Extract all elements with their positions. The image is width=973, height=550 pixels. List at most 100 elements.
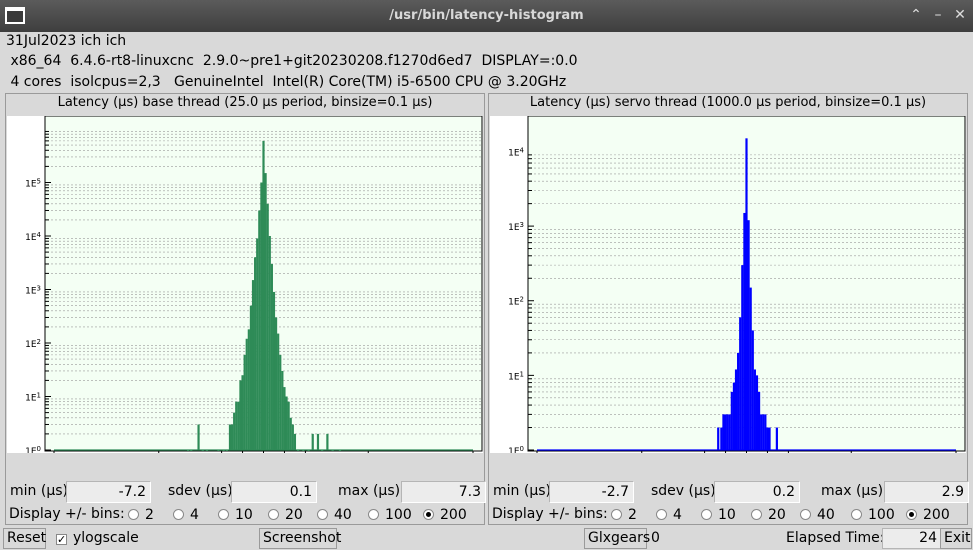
servo-histogram-title: Latency (µs) servo thread (1000.0 µs per…	[529, 95, 927, 110]
radio-icon[interactable]	[218, 509, 229, 520]
radio-icon[interactable]	[317, 509, 328, 520]
servo-sdev-field: 0.2	[714, 481, 800, 503]
screenshot-button[interactable]: Screenshot	[259, 528, 341, 549]
histogram-bar	[775, 427, 778, 450]
histogram-bar	[728, 414, 731, 450]
base-bins-option-100[interactable]: 100	[368, 507, 412, 523]
base-stats-row: min (µs) -7.2 sdev (µs) 0.1 max (µs) 7.3	[6, 480, 486, 504]
histogram-bar	[262, 140, 265, 451]
glxgears-button[interactable]: Glxgears	[584, 528, 650, 549]
base-bins-option-10[interactable]: 10	[218, 507, 253, 523]
servo-bins-option-4[interactable]: 4	[656, 507, 682, 523]
base-bins-label: Display +/- bins:	[9, 506, 125, 522]
radio-icon[interactable]	[611, 509, 622, 520]
y-tick-label: 1E2	[25, 338, 41, 350]
base-bins-option-20[interactable]: 20	[268, 507, 303, 523]
histogram-bar	[270, 263, 273, 450]
radio-selected-icon[interactable]	[423, 509, 434, 520]
radio-selected-icon[interactable]	[906, 509, 917, 520]
base-bins-option-200[interactable]: 200	[423, 507, 467, 523]
servo-bins-option-10[interactable]: 10	[701, 507, 736, 523]
histogram-bar	[311, 433, 314, 450]
servo-bins-option-40[interactable]: 40	[800, 507, 835, 523]
y-tick-label: 1E4	[25, 231, 41, 243]
histogram-bar	[266, 203, 269, 450]
histogram-bar	[749, 287, 752, 450]
histogram-bar	[249, 305, 253, 450]
histogram-bar	[291, 424, 294, 450]
radio-icon[interactable]	[368, 509, 379, 520]
radio-icon[interactable]	[800, 509, 811, 520]
radio-icon[interactable]	[851, 509, 862, 520]
radio-icon[interactable]	[128, 509, 139, 520]
histogram-bar	[228, 424, 232, 450]
base-sdev-label: sdev (µs)	[168, 483, 233, 499]
servo-bins-option-2[interactable]: 2	[611, 507, 637, 523]
histogram-bar	[205, 450, 209, 451]
base-bins-option-4[interactable]: 4	[173, 507, 199, 523]
histogram-bar	[745, 138, 748, 450]
y-tick-label: 1E0	[25, 445, 41, 453]
histogram-bar	[739, 317, 742, 450]
servo-min-label: min (µs)	[493, 483, 551, 499]
checkbox-checked-icon[interactable]: ✓	[56, 534, 67, 545]
elapsed-time-label: Elapsed Time:	[786, 530, 885, 546]
histogram-bar	[764, 414, 767, 450]
histogram-bar	[722, 414, 725, 450]
y-tick-label: 1E4	[508, 146, 524, 158]
base-bins-option-2[interactable]: 2	[128, 507, 154, 523]
servo-bins-option-200[interactable]: 200	[906, 507, 950, 523]
histogram-bar	[766, 427, 769, 450]
radio-icon[interactable]	[268, 509, 279, 520]
histogram-bar	[747, 220, 750, 450]
servo-stats-row: min (µs) -2.7 sdev (µs) 0.2 max (µs) 2.9	[489, 480, 969, 504]
histogram-bar	[732, 382, 736, 450]
base-min-field: -7.2	[66, 481, 151, 503]
histogram-bar	[768, 427, 771, 450]
histogram-bar	[302, 450, 305, 451]
y-tick-label: 1E3	[25, 285, 41, 297]
histogram-bar	[726, 414, 729, 450]
minimize-icon[interactable]: –	[930, 7, 946, 23]
ylogscale-checkbox[interactable]: ✓ ylogscale	[56, 530, 139, 546]
exit-button[interactable]: Exit	[940, 528, 972, 549]
base-histogram-title: Latency (µs) base thread (25.0 µs period…	[57, 95, 433, 110]
radio-icon[interactable]	[173, 509, 184, 520]
histogram-bar	[743, 212, 746, 450]
histogram-bar	[289, 417, 292, 450]
radio-icon[interactable]	[701, 509, 712, 520]
close-icon[interactable]: ✕	[952, 7, 968, 23]
maximize-icon[interactable]: ⌃	[908, 7, 924, 23]
histogram-bar	[279, 354, 282, 450]
histogram-bar	[293, 433, 297, 450]
reset-button[interactable]: Reset	[3, 528, 46, 549]
histogram-bar	[245, 338, 248, 450]
histogram-bar	[241, 375, 244, 450]
histogram-bar	[737, 352, 740, 450]
base-histogram-plot: 1E01E11E21E31E41E5-20-10-4-20241020	[7, 115, 483, 469]
radio-icon[interactable]	[656, 509, 667, 520]
histogram-bar	[243, 354, 246, 450]
histogram-bar	[225, 450, 228, 451]
base-bins-row: Display +/- bins: 2 4 10 20 40 100 200	[6, 504, 486, 526]
base-max-label: max (µs)	[338, 483, 401, 499]
servo-sdev-label: sdev (µs)	[651, 483, 716, 499]
servo-bins-option-20[interactable]: 20	[751, 507, 786, 523]
base-thread-panel: Latency (µs) base thread (25.0 µs period…	[5, 93, 486, 526]
base-bins-option-40[interactable]: 40	[317, 507, 352, 523]
histogram-bar	[201, 450, 204, 451]
histogram-bar	[734, 369, 738, 450]
histogram-bar	[283, 387, 286, 450]
servo-bins-option-100[interactable]: 100	[851, 507, 895, 523]
radio-icon[interactable]	[751, 509, 762, 520]
servo-histogram-chart: 1E01E11E21E31E4-20-10-4-20241020	[508, 115, 966, 469]
elapsed-time-field: 24	[882, 528, 941, 549]
info-cpu: 4 cores isolcpus=2,3 GenuineIntel Intel(…	[6, 74, 567, 90]
histogram-bar	[264, 173, 267, 451]
histogram-bar	[233, 412, 236, 450]
servo-histogram-plot: 1E01E11E21E31E4-20-10-4-20241020	[490, 115, 966, 469]
glxgears-count: 0	[651, 530, 660, 546]
histogram-bar	[197, 424, 200, 450]
window-title: /usr/bin/latency-histogram	[389, 8, 584, 23]
base-histogram-chart: 1E01E11E21E31E41E5-20-10-4-20241020	[25, 115, 483, 469]
